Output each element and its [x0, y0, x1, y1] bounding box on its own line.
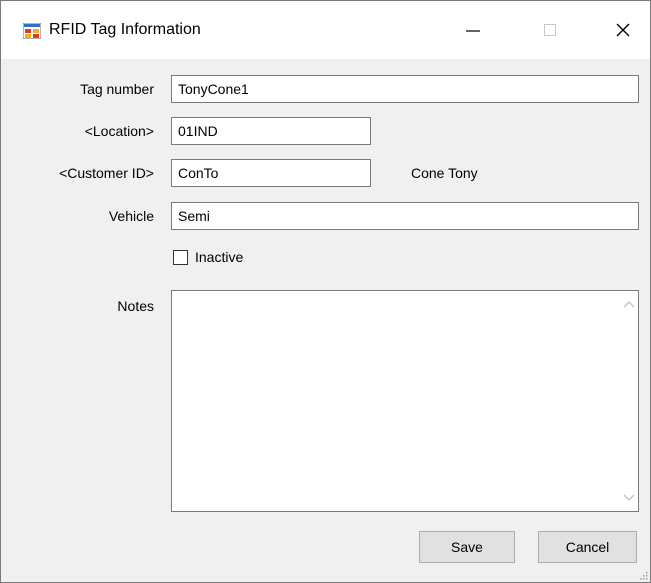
notes-scrollbar[interactable]: [620, 291, 638, 511]
minimize-icon: [466, 30, 480, 32]
scroll-up-arrow[interactable]: [620, 295, 638, 313]
tag-number-label: Tag number: [80, 81, 154, 97]
close-button[interactable]: [596, 1, 650, 59]
inactive-checkbox[interactable]: [173, 250, 188, 265]
chevron-up-icon: [623, 301, 635, 308]
minimize-button[interactable]: [446, 1, 500, 59]
scroll-down-arrow[interactable]: [620, 489, 638, 507]
close-icon: [616, 23, 630, 37]
app-window-icon: [23, 23, 41, 39]
customer-id-input[interactable]: [171, 159, 371, 187]
vehicle-input[interactable]: [171, 202, 639, 230]
tag-number-input[interactable]: [171, 75, 639, 103]
save-button[interactable]: Save: [419, 531, 515, 563]
inactive-label[interactable]: Inactive: [195, 249, 243, 265]
chevron-down-icon: [623, 494, 635, 501]
vehicle-label: Vehicle: [108, 208, 154, 224]
maximize-button: [523, 1, 577, 59]
location-input[interactable]: [171, 117, 371, 145]
window-title: RFID Tag Information: [49, 21, 201, 38]
title-bar[interactable]: RFID Tag Information: [1, 1, 650, 59]
maximize-icon: [544, 24, 556, 36]
resize-grip-icon[interactable]: [638, 570, 648, 580]
notes-textarea[interactable]: [171, 290, 639, 512]
customer-name-text: Cone Tony: [411, 165, 478, 181]
customer-id-label[interactable]: <Customer ID>: [59, 165, 154, 181]
notes-label: Notes: [117, 298, 154, 314]
rfid-tag-dialog: RFID Tag Information Tag number <Locatio…: [0, 0, 651, 583]
location-label[interactable]: <Location>: [85, 123, 154, 139]
cancel-button[interactable]: Cancel: [538, 531, 637, 563]
